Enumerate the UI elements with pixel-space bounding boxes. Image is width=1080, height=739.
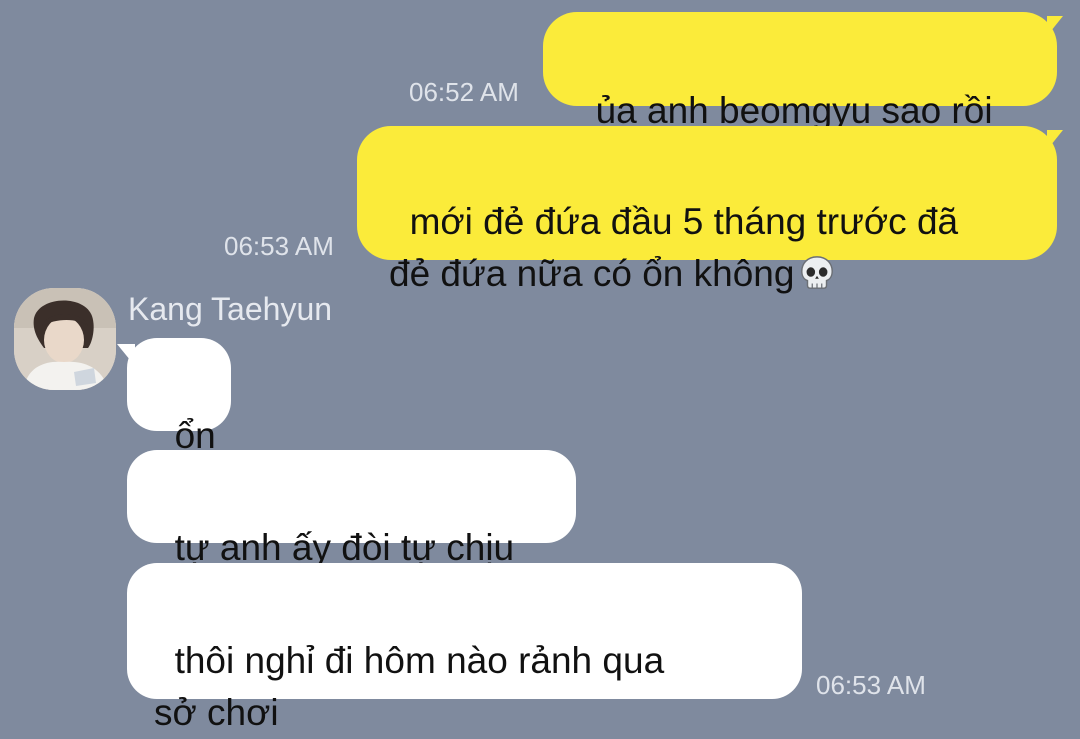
message-text: thôi nghỉ đi hôm nào rảnh qua sở chơi [154,640,665,733]
message-text: ủa anh beomgyu sao rồi [595,90,993,131]
message-text: tự anh ấy đòi tự chịu [174,527,515,568]
incoming-message-bubble[interactable]: thôi nghỉ đi hôm nào rảnh qua sở chơi [127,563,802,733]
incoming-message-bubble[interactable]: tự anh ấy đòi tự chịu [127,450,576,568]
contact-avatar[interactable] [14,288,116,390]
outgoing-message-bubble[interactable]: ủa anh beomgyu sao rồi [543,12,1057,131]
incoming-message-bubble[interactable]: ổn [127,338,231,456]
bubble-tail [1047,130,1063,150]
message-timestamp: 06:53 AM [224,231,334,261]
skull-emoji-icon [801,256,834,289]
contact-name: Kang Taehyun [128,291,333,327]
message-text: mới đẻ đứa đầu 5 tháng trước đã đẻ đứa n… [389,201,959,294]
avatar-photo [14,288,116,390]
outgoing-message-bubble[interactable]: mới đẻ đứa đầu 5 tháng trước đã đẻ đứa n… [357,126,1057,294]
bubble-tail [1047,16,1063,36]
message-timestamp: 06:53 AM [816,670,926,700]
message-timestamp: 06:52 AM [409,77,519,107]
